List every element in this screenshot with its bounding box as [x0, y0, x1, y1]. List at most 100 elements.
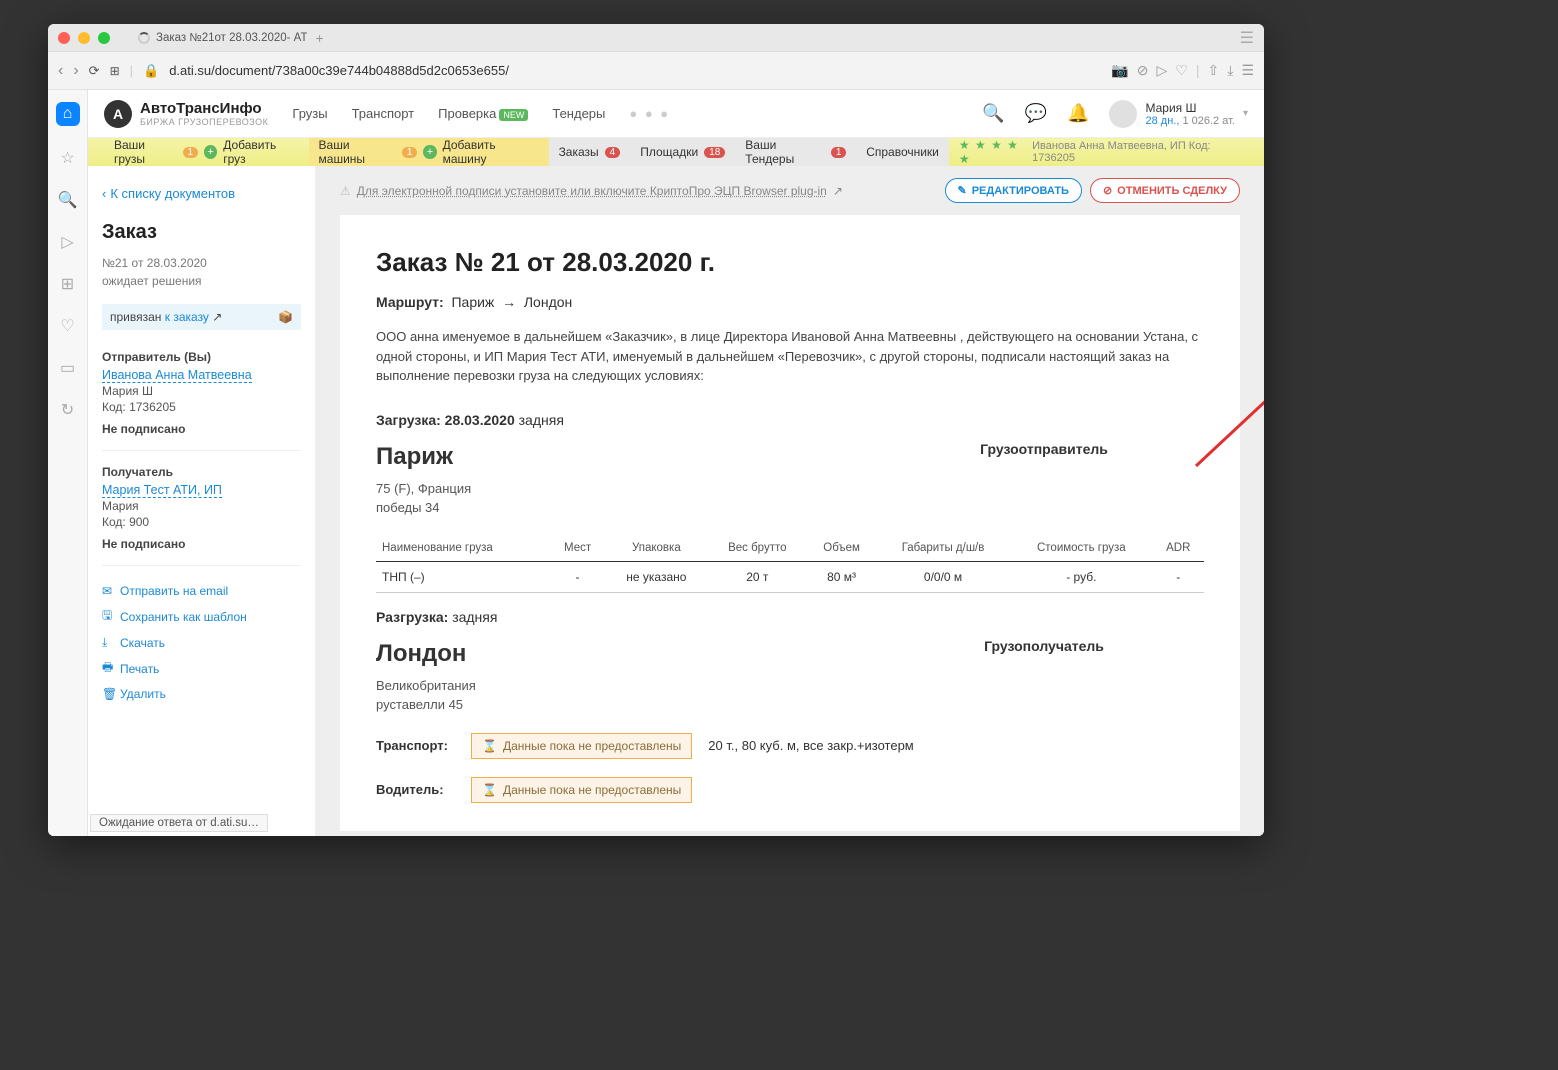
loading-spinner-icon — [138, 32, 150, 44]
document-paper: Заказ № 21 от 28.03.2020 г. Маршрут: Пар… — [340, 215, 1240, 831]
heart-icon[interactable]: ♡ — [1175, 62, 1188, 79]
cargo-table: Наименование грузаМестУпаковка Вес брутт… — [376, 536, 1204, 593]
downloads-tray-icon[interactable]: ☰ — [1241, 62, 1254, 79]
action-download[interactable]: ⤓Скачать — [102, 631, 301, 654]
logo-icon: А — [104, 100, 132, 128]
route-to: Лондон — [524, 294, 572, 310]
receiver-sign-status: Не подписано — [102, 537, 301, 551]
panel-heart-icon[interactable]: ♡ — [60, 316, 74, 336]
loading-city: Париж — [376, 439, 884, 475]
panel-news-icon[interactable]: ▭ — [60, 358, 75, 378]
receiver-person: Мария — [102, 499, 301, 513]
sender-sign-status: Не подписано — [102, 422, 301, 436]
user-balance: 1 026.2 ат. — [1182, 115, 1235, 127]
play-icon[interactable]: ▷ — [1157, 62, 1168, 79]
subnav-directories[interactable]: Справочники — [856, 138, 949, 166]
document-viewer: ⚠ Для электронной подписи установите или… — [316, 166, 1264, 836]
panel-search-icon[interactable]: 🔍 — [58, 190, 78, 210]
user-menu[interactable]: Мария Ш 28 дн., 1 026.2 ат. ▾ — [1109, 100, 1248, 128]
save-icon: 🖫 — [102, 606, 114, 627]
browser-tab[interactable]: Заказ №21от 28.03.2020- АТ — [138, 32, 307, 44]
site-sub-nav: Ваши грузы1 +Добавить груз Ваши машины1 … — [88, 138, 1264, 166]
receiver-code: Код: 900 — [102, 515, 301, 529]
nav-check[interactable]: ПроверкаNEW — [438, 106, 528, 121]
share-icon[interactable]: ⇧ — [1208, 62, 1220, 79]
trash-icon: 🗑 — [102, 687, 114, 701]
reload-button[interactable]: ⟳ — [89, 63, 100, 79]
panel-send-icon[interactable]: ▷ — [61, 232, 73, 252]
panel-star-icon[interactable]: ☆ — [60, 148, 74, 168]
external-link-icon: ↗ — [833, 184, 843, 198]
sender-name-link[interactable]: Иванова Анна Матвеевна — [102, 368, 252, 383]
transport-row: Транспорт: ⌛Данные пока не предоставлены… — [376, 733, 1204, 759]
user-name: Мария Ш — [1145, 101, 1234, 115]
receiver-name-link[interactable]: Мария Тест АТИ, ИП — [102, 483, 222, 498]
hourglass-icon: ⌛ — [482, 781, 497, 799]
site-top-nav: А АвтоТрансИнфо БИРЖА ГРУЗОПЕРЕВОЗОК Гру… — [88, 90, 1264, 138]
unloading-city: Лондон — [376, 636, 884, 672]
nav-forward-button[interactable]: › — [73, 62, 78, 80]
crypto-warning-link[interactable]: Для электронной подписи установите или в… — [357, 184, 827, 198]
warning-icon: ⚠ — [340, 184, 351, 198]
new-tab-button[interactable]: + — [315, 30, 323, 46]
subnav-cargo[interactable]: Ваши грузы1 +Добавить груз — [104, 138, 309, 166]
panel-history-icon[interactable]: ↻ — [61, 400, 74, 420]
close-window-button[interactable] — [58, 32, 70, 44]
camera-icon[interactable]: 📷 — [1111, 62, 1128, 79]
home-panel-icon[interactable]: ⌂ — [56, 102, 80, 126]
linked-order-link[interactable]: к заказу — [165, 310, 209, 324]
tabs-menu-icon[interactable]: ☰ — [1240, 28, 1254, 48]
linked-order-box: привязан к заказу ↗ 📦 — [102, 304, 301, 330]
site-logo[interactable]: А АвтоТрансИнфо БИРЖА ГРУЗОПЕРЕВОЗОК — [104, 100, 268, 128]
subnav-vehicles[interactable]: Ваши машины1 +Добавить машину — [309, 138, 549, 166]
nav-cargo[interactable]: Грузы — [292, 106, 327, 121]
messages-icon[interactable]: 💬 — [1025, 103, 1047, 124]
action-send-email[interactable]: ✉Отправить на email — [102, 580, 301, 602]
transport-value: 20 т., 80 куб. м, все закр.+изотерм — [708, 736, 913, 756]
sender-person: Мария Ш — [102, 384, 301, 398]
sender-code: Код: 1736205 — [102, 400, 301, 414]
company-info: Иванова Анна Матвеевна, ИП Код: 1736205 — [1032, 140, 1248, 164]
avatar — [1109, 100, 1137, 128]
mail-icon: ✉ — [102, 584, 114, 598]
nav-more-icon[interactable]: ● ● ● — [629, 106, 670, 121]
edit-button[interactable]: ✎ РЕДАКТИРОВАТЬ — [945, 178, 1082, 203]
crypto-warning: ⚠ Для электронной подписи установите или… — [340, 184, 843, 198]
download-icon[interactable]: ⤓ — [1227, 62, 1233, 79]
action-print[interactable]: 🖶Печать — [102, 654, 301, 683]
brand-name: АвтоТрансИнфо — [140, 100, 268, 117]
shipper-label: Грузоотправитель — [884, 439, 1204, 518]
route-row: Маршрут: Париж → Лондон — [376, 292, 1204, 313]
pencil-icon: ✎ — [958, 184, 967, 197]
shield-icon[interactable]: ⊘ — [1137, 62, 1149, 79]
back-to-list-link[interactable]: ‹ К списку документов — [102, 186, 301, 201]
loading-country: 75 (F), Франция — [376, 479, 884, 499]
action-save-template[interactable]: 🖫Сохранить как шаблон — [102, 602, 301, 631]
url-field[interactable]: d.ati.su/document/738a00c39e744b04888d5d… — [169, 63, 1101, 78]
user-days: 28 дн., — [1145, 115, 1179, 127]
route-from: Париж — [451, 294, 494, 310]
rating-stars: ★ ★ ★ ★ ★ — [959, 138, 1032, 166]
subnav-platforms[interactable]: Площадки18 — [630, 138, 735, 166]
document-title: Заказ № 21 от 28.03.2020 г. — [376, 243, 1204, 282]
nav-tenders[interactable]: Тендеры — [552, 106, 605, 121]
panel-grid-icon[interactable]: ⊞ — [61, 274, 74, 294]
driver-row: Водитель: ⌛Данные пока не предоставлены — [376, 777, 1204, 803]
loading-address: победы 34 — [376, 498, 884, 518]
search-icon[interactable]: 🔍 — [982, 103, 1004, 124]
maximize-window-button[interactable] — [98, 32, 110, 44]
nav-back-button[interactable]: ‹ — [58, 62, 63, 80]
notifications-icon[interactable]: 🔔 — [1067, 103, 1089, 124]
cancel-deal-button[interactable]: ⊘ ОТМЕНИТЬ СДЕЛКУ — [1090, 178, 1240, 203]
doc-number: №21 от 28.03.2020 — [102, 254, 301, 272]
tab-title: Заказ №21от 28.03.2020- АТ — [156, 32, 307, 44]
download-icon: ⤓ — [102, 635, 114, 650]
nav-transport[interactable]: Транспорт — [352, 106, 415, 121]
subnav-tenders[interactable]: Ваши Тендеры1 — [735, 138, 856, 166]
subnav-orders[interactable]: Заказы4 — [549, 138, 631, 166]
window-titlebar: Заказ №21от 28.03.2020- АТ + ☰ — [48, 24, 1264, 52]
action-delete[interactable]: 🗑Удалить — [102, 683, 301, 705]
document-side-panel: ‹ К списку документов Заказ №21 от 28.03… — [88, 166, 316, 836]
minimize-window-button[interactable] — [78, 32, 90, 44]
apps-grid-icon[interactable]: ⊞ — [110, 64, 120, 78]
